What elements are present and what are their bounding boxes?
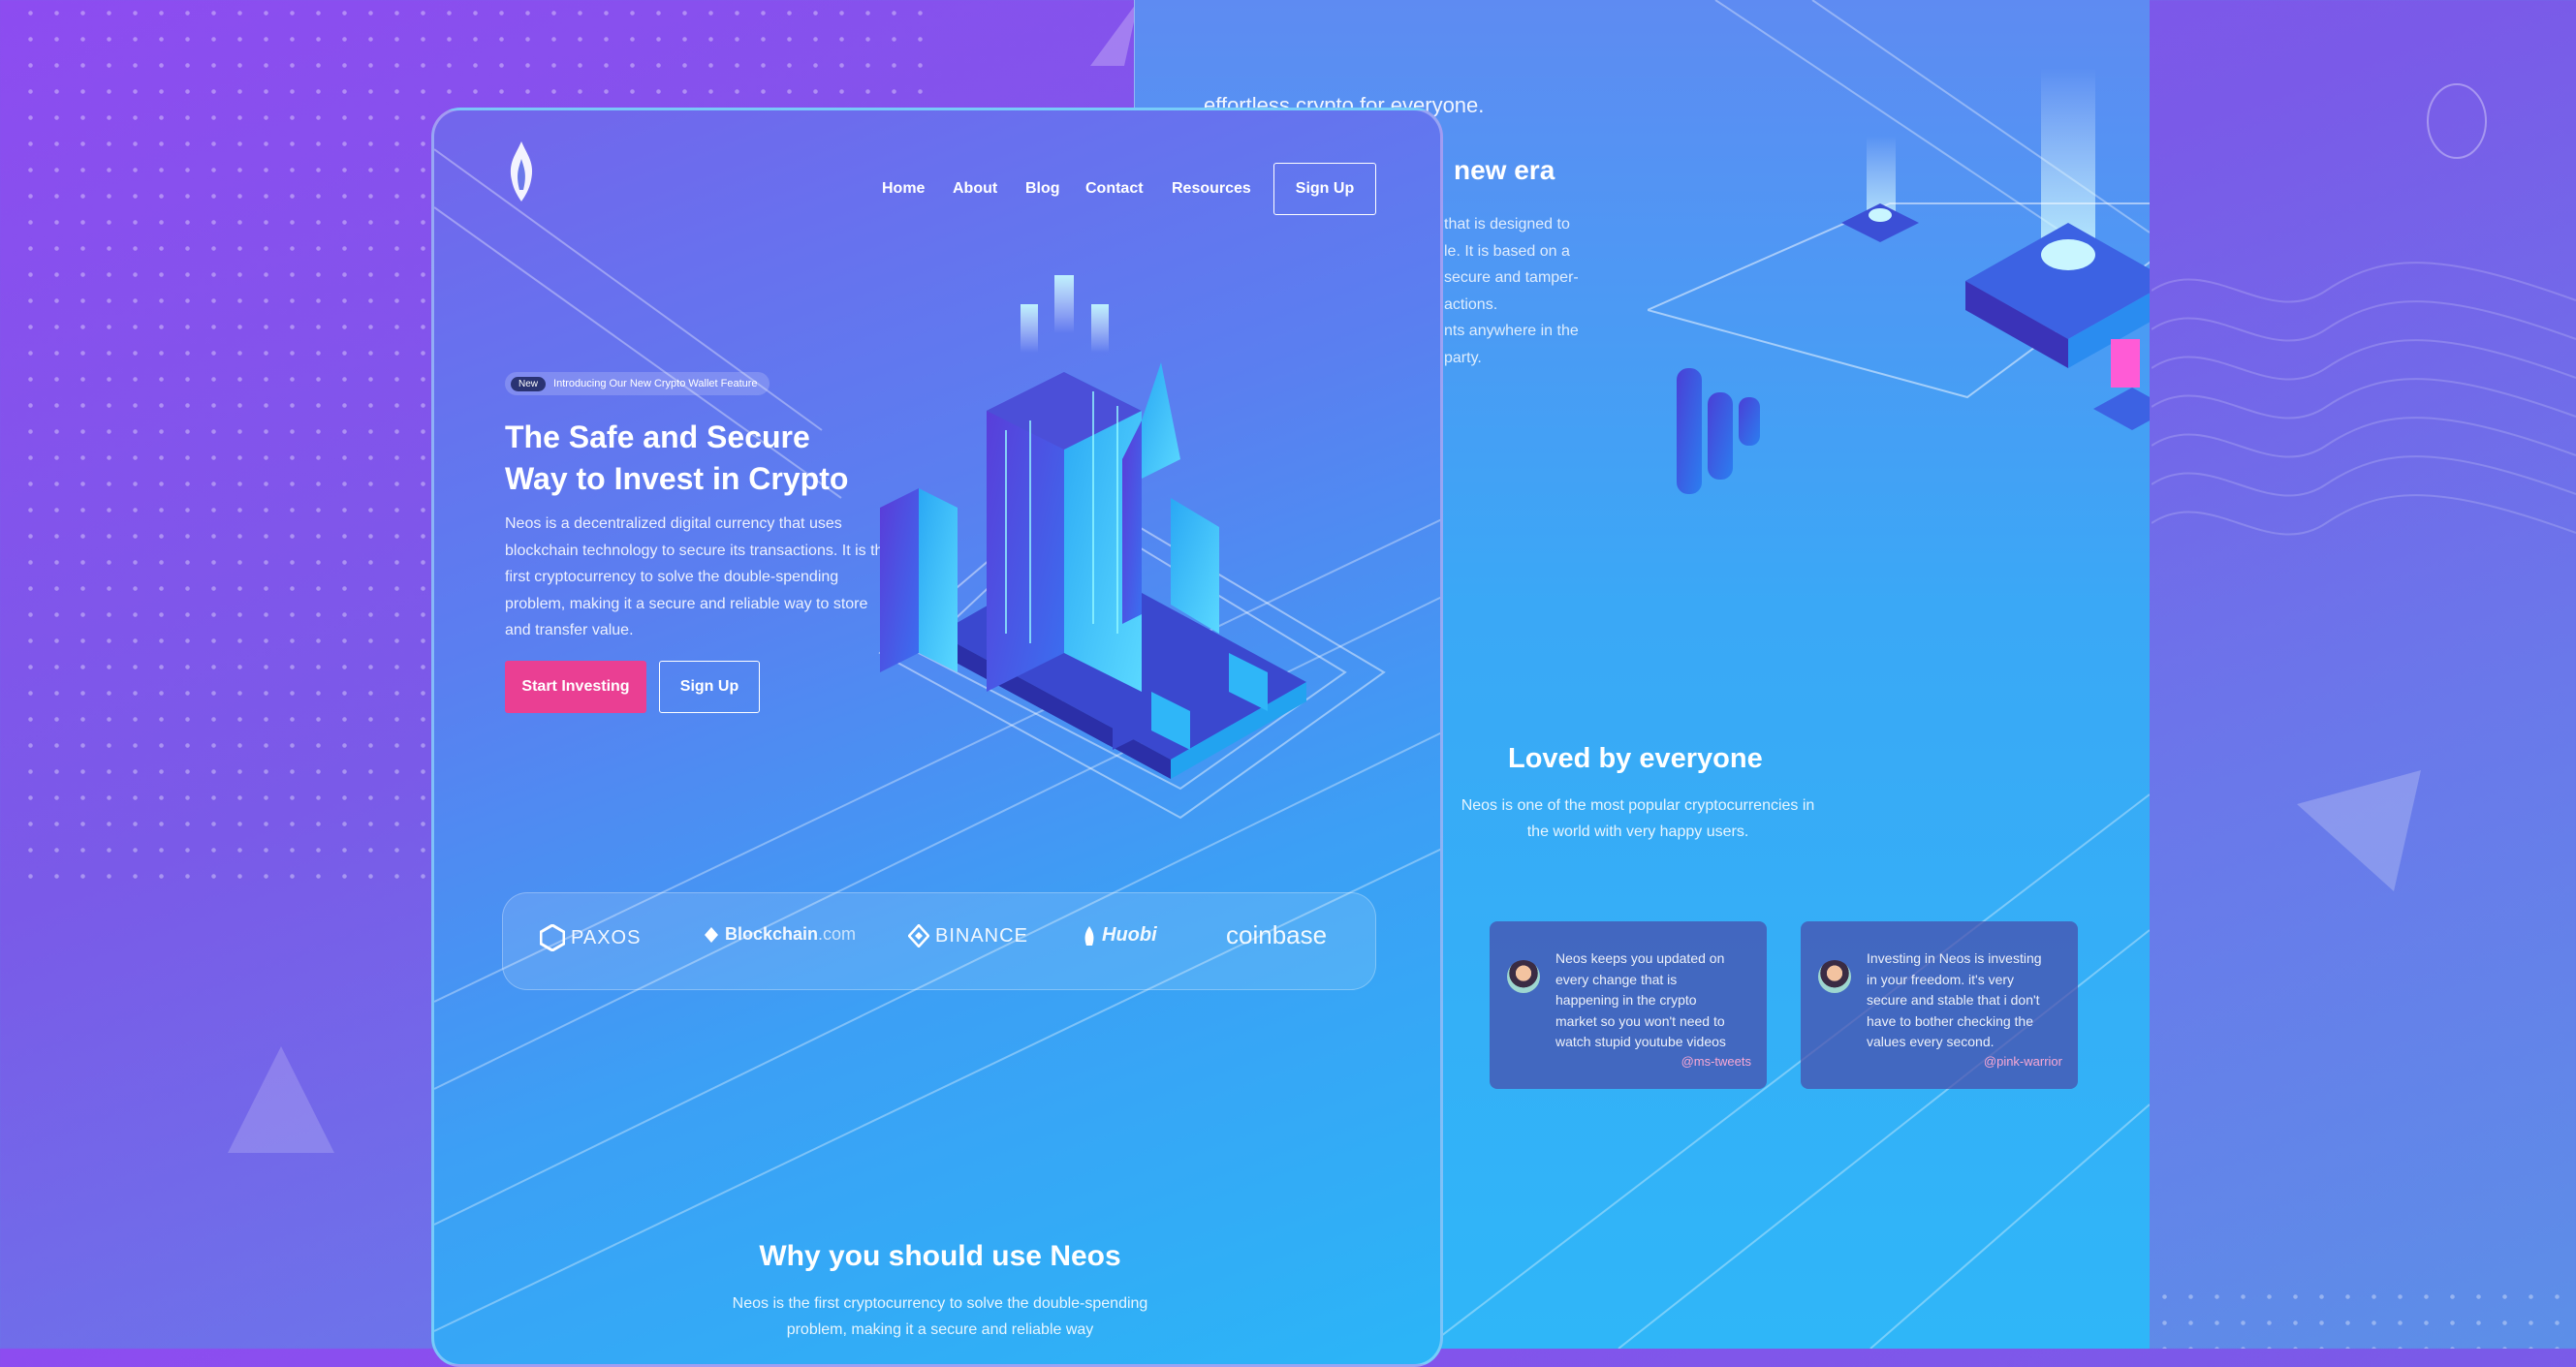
partner-label: Blockchain.com xyxy=(725,924,856,945)
why-section-body: Neos is the first cryptocurrency to solv… xyxy=(732,1295,1148,1338)
avatar xyxy=(1507,960,1540,993)
partner-coinbase[interactable]: coinbase xyxy=(1226,920,1327,950)
partner-label: Huobi xyxy=(1102,924,1157,946)
partners-bar: PAXOS Blockchain.com BINANCE Huobi coinb… xyxy=(502,892,1376,990)
partner-huobi[interactable]: Huobi xyxy=(1083,924,1157,947)
partner-label: coinbase xyxy=(1226,920,1328,949)
top-nav: Home About Blog Contact Resources Sign U… xyxy=(434,163,1440,217)
testimonials-heading: Loved by everyone xyxy=(1508,743,1763,774)
start-investing-button[interactable]: Start Investing xyxy=(505,661,646,713)
testimonials-subtitle: Neos is one of the most popular cryptocu… xyxy=(1434,792,1841,845)
ring-shape xyxy=(2427,83,2487,159)
nav-signup-button[interactable]: Sign Up xyxy=(1273,163,1376,215)
testimonial-handle[interactable]: @pink-warrior xyxy=(1984,1051,2062,1072)
wave-lines xyxy=(2152,262,2576,536)
partner-label-main: Blockchain xyxy=(725,924,819,944)
partner-paxos[interactable]: PAXOS xyxy=(540,924,641,951)
badge-text: Introducing Our New Crypto Wallet Featur… xyxy=(553,378,758,389)
partner-label: PAXOS xyxy=(571,926,642,948)
crypto-city-illustration xyxy=(878,275,1386,820)
partner-blockchain[interactable]: Blockchain.com xyxy=(704,924,856,945)
partner-label-suffix: .com xyxy=(818,924,857,944)
front-page-preview: Home About Blog Contact Resources Sign U… xyxy=(431,108,1443,1367)
triangle-shape xyxy=(2297,770,2421,891)
testimonial-text: Investing in Neos is investing in your f… xyxy=(1867,950,2042,1049)
why-section-title: Why you should use Neos xyxy=(759,1240,1121,1272)
testimonial-card: Investing in Neos is investing in your f… xyxy=(1801,921,2078,1089)
nav-home[interactable]: Home xyxy=(882,180,925,198)
testimonial-card: Neos keeps you updated on every change t… xyxy=(1490,921,1767,1089)
nav-about[interactable]: About xyxy=(953,180,997,198)
nav-contact[interactable]: Contact xyxy=(1085,180,1144,198)
announcement-badge[interactable]: New Introducing Our New Crypto Wallet Fe… xyxy=(505,372,770,395)
network-illustration xyxy=(1648,68,2150,494)
badge-tag: New xyxy=(511,376,547,391)
avatar xyxy=(1818,960,1851,993)
binance-diamond-icon xyxy=(908,924,929,948)
testimonial-text: Neos keeps you updated on every change t… xyxy=(1555,950,1726,1049)
nav-blog[interactable]: Blog xyxy=(1025,180,1060,198)
dot-grid-bottom-right xyxy=(2152,1284,2576,1349)
subtitle-line: the world with very happy users. xyxy=(1526,823,1749,840)
partner-label: BINANCE xyxy=(935,924,1028,947)
nav-resources[interactable]: Resources xyxy=(1172,180,1251,198)
section-heading: new era xyxy=(1454,155,1555,185)
subtitle-line: Neos is one of the most popular cryptocu… xyxy=(1461,797,1815,814)
blockchain-diamond-icon xyxy=(705,926,718,943)
hero-signup-button[interactable]: Sign Up xyxy=(659,661,760,713)
partner-binance[interactable]: BINANCE xyxy=(908,924,1028,948)
paxos-hexagon-icon xyxy=(540,924,565,951)
testimonial-handle[interactable]: @ms-tweets xyxy=(1681,1051,1751,1072)
triangle-shape xyxy=(228,1046,334,1153)
huobi-flame-icon xyxy=(1084,925,1094,946)
